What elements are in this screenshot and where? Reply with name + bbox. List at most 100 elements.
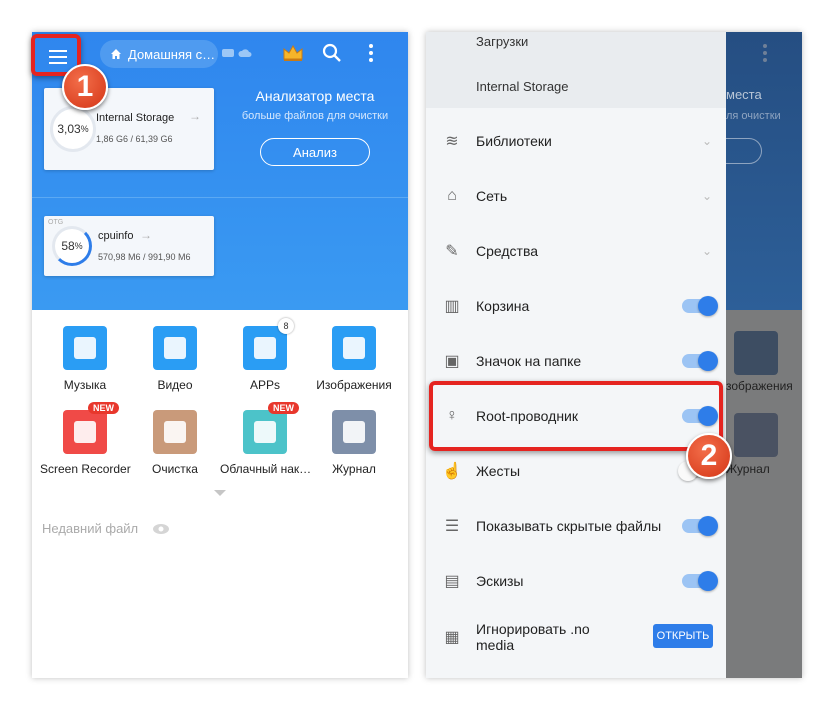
chat-icon[interactable] (222, 49, 234, 59)
otg-usage-ring: 58% (52, 226, 92, 266)
location-label: Домашняя с… (128, 46, 216, 62)
highlight-root-explorer (429, 381, 723, 451)
app-tile[interactable] (332, 326, 376, 370)
drawer-item[interactable]: ☝ Жесты (426, 443, 726, 498)
trash-icon: ▥ (444, 297, 460, 315)
drawer-item[interactable]: ▤ Эскизы (426, 553, 726, 608)
screenshot-composite: Домашняя с… 3,03% Internal Storage → 1,8… (0, 0, 834, 710)
drawer-item-label: Эскизы (476, 572, 524, 589)
app-label: Видео (157, 378, 193, 392)
storage-usage-ring: 3,03% (50, 106, 96, 152)
step-marker-2: 2 (686, 433, 732, 479)
toggle-knob (698, 295, 718, 316)
app-label: Журнал (332, 462, 376, 476)
otg-size: 570,98 M6 / 991,90 M6 (98, 252, 191, 262)
drawer-item[interactable]: ✎ Средства ⌄ (426, 223, 726, 278)
layers-clock-icon (343, 421, 365, 443)
behind-app-label: Журнал (726, 462, 770, 476)
drawer-item[interactable]: ⌂ Сеть ⌄ (426, 168, 726, 223)
app-label: Очистка (152, 462, 198, 476)
file-manager-home: Домашняя с… 3,03% Internal Storage → 1,8… (32, 32, 408, 678)
cloud-small-icon[interactable] (238, 48, 252, 58)
toggle-knob (698, 515, 718, 536)
router-icon: ⌂ (447, 186, 457, 204)
app-tile[interactable] (63, 410, 107, 454)
analyzer-title: Анализатор места (255, 88, 375, 104)
toggle-switch[interactable] (682, 570, 718, 591)
storage-size: 1,86 G6 / 61,39 G6 (96, 134, 173, 144)
more-vertical-icon[interactable] (368, 43, 374, 63)
toggle-switch[interactable] (682, 350, 718, 371)
location-pill[interactable]: Домашняя с… (100, 40, 218, 68)
drawer-item-label: Значок на папке (476, 352, 582, 369)
eye-icon[interactable] (152, 523, 170, 535)
broom-icon (164, 421, 186, 443)
app-tile[interactable] (153, 326, 197, 370)
android-icon (254, 337, 276, 359)
storage-name: Internal Storage (96, 112, 175, 124)
toggle-switch[interactable] (682, 515, 718, 536)
drawer-item-label-line: media (476, 636, 515, 653)
navigation-drawer: Загрузки Internal Storage ≋ Библиотеки ⌄ ⌂ С… (426, 32, 726, 678)
storage-card-otg[interactable]: OTG 58% cpuinfo → 570,98 M6 / 991,90 M6 (44, 216, 214, 276)
drawer-item-downloads[interactable]: Загрузки (476, 34, 528, 49)
new-badge: NEW (88, 402, 119, 414)
otg-percent: 58 (61, 239, 75, 253)
more-vertical-icon (763, 44, 767, 62)
app-tile[interactable] (243, 326, 287, 370)
behind-journal-tile (734, 413, 778, 457)
step-marker-1: 1 (62, 64, 108, 110)
drawer-item-label-line: Игнорировать .no (476, 620, 590, 637)
camera-icon (74, 421, 96, 443)
search-icon[interactable] (322, 43, 342, 63)
drawer-item[interactable]: ☰ Показывать скрытые файлы (426, 498, 726, 553)
folder-badge-icon: ▣ (444, 352, 460, 370)
drawer-item[interactable]: ▣ Значок на папке (426, 333, 726, 388)
chevron-right-icon: → (140, 228, 152, 242)
layers-icon: ≋ (445, 132, 459, 150)
storage-percent-unit: % (80, 124, 89, 134)
ignore-media-icon: ▦ (444, 628, 460, 646)
chevron-down-icon[interactable]: ⌄ (702, 134, 712, 148)
drawer-item-label: Показывать скрытые файлы (476, 517, 662, 534)
chevron-down-icon[interactable]: ⌄ (702, 189, 712, 203)
app-tile[interactable] (153, 410, 197, 454)
cloud-icon (254, 421, 276, 443)
app-label: Изображения (316, 378, 392, 392)
gesture-hand-icon: ☝ (442, 462, 462, 480)
otg-name: cpuinfo (98, 230, 134, 242)
behind-title: места (726, 87, 762, 102)
toggle-switch[interactable] (682, 295, 718, 316)
behind-subtitle: ля очистки (726, 110, 781, 122)
chevron-down-icon[interactable]: ⌄ (702, 244, 712, 258)
app-label: Музыка (63, 378, 107, 392)
crown-icon[interactable] (282, 44, 304, 62)
new-badge: NEW (268, 402, 299, 414)
drawer-item-label: Средства (476, 242, 539, 259)
drawer-item[interactable]: ▦ Игнорировать .no media ОТКРЫТЬ (426, 609, 726, 664)
drawer-item[interactable]: ≋ Библиотеки ⌄ (426, 113, 726, 168)
thumbnail-icon: ▤ (444, 572, 460, 590)
chevron-right-icon: → (189, 109, 201, 123)
app-tile[interactable] (243, 410, 287, 454)
otg-percent-unit: % (74, 241, 83, 251)
app-label: Screen Recorder (40, 462, 131, 476)
expand-arrow-icon[interactable] (214, 490, 226, 496)
behind-app-label: зображения (726, 379, 793, 393)
drawer-item-label: Сеть (476, 187, 508, 204)
app-tile[interactable] (63, 326, 107, 370)
drawer-item[interactable]: ▥ Корзина (426, 278, 726, 333)
music-note-icon (74, 337, 96, 359)
image-icon (343, 337, 365, 359)
analyze-button[interactable]: Анализ (260, 138, 370, 166)
file-manager-drawer-open: места ля очистки зображения Журнал Загру… (426, 32, 802, 678)
dimmed-background: места ля очистки зображения Журнал (712, 32, 802, 678)
app-label: APPs (249, 378, 280, 392)
app-tile[interactable] (332, 410, 376, 454)
video-play-icon (164, 337, 186, 359)
drawer-item-internal-storage[interactable]: Internal Storage (476, 79, 569, 94)
open-button[interactable]: ОТКРЫТЬ (653, 624, 713, 648)
drawer-top-section (426, 32, 726, 108)
wrench-icon: ✎ (445, 242, 459, 260)
drawer-item-label: Жесты (476, 462, 521, 479)
